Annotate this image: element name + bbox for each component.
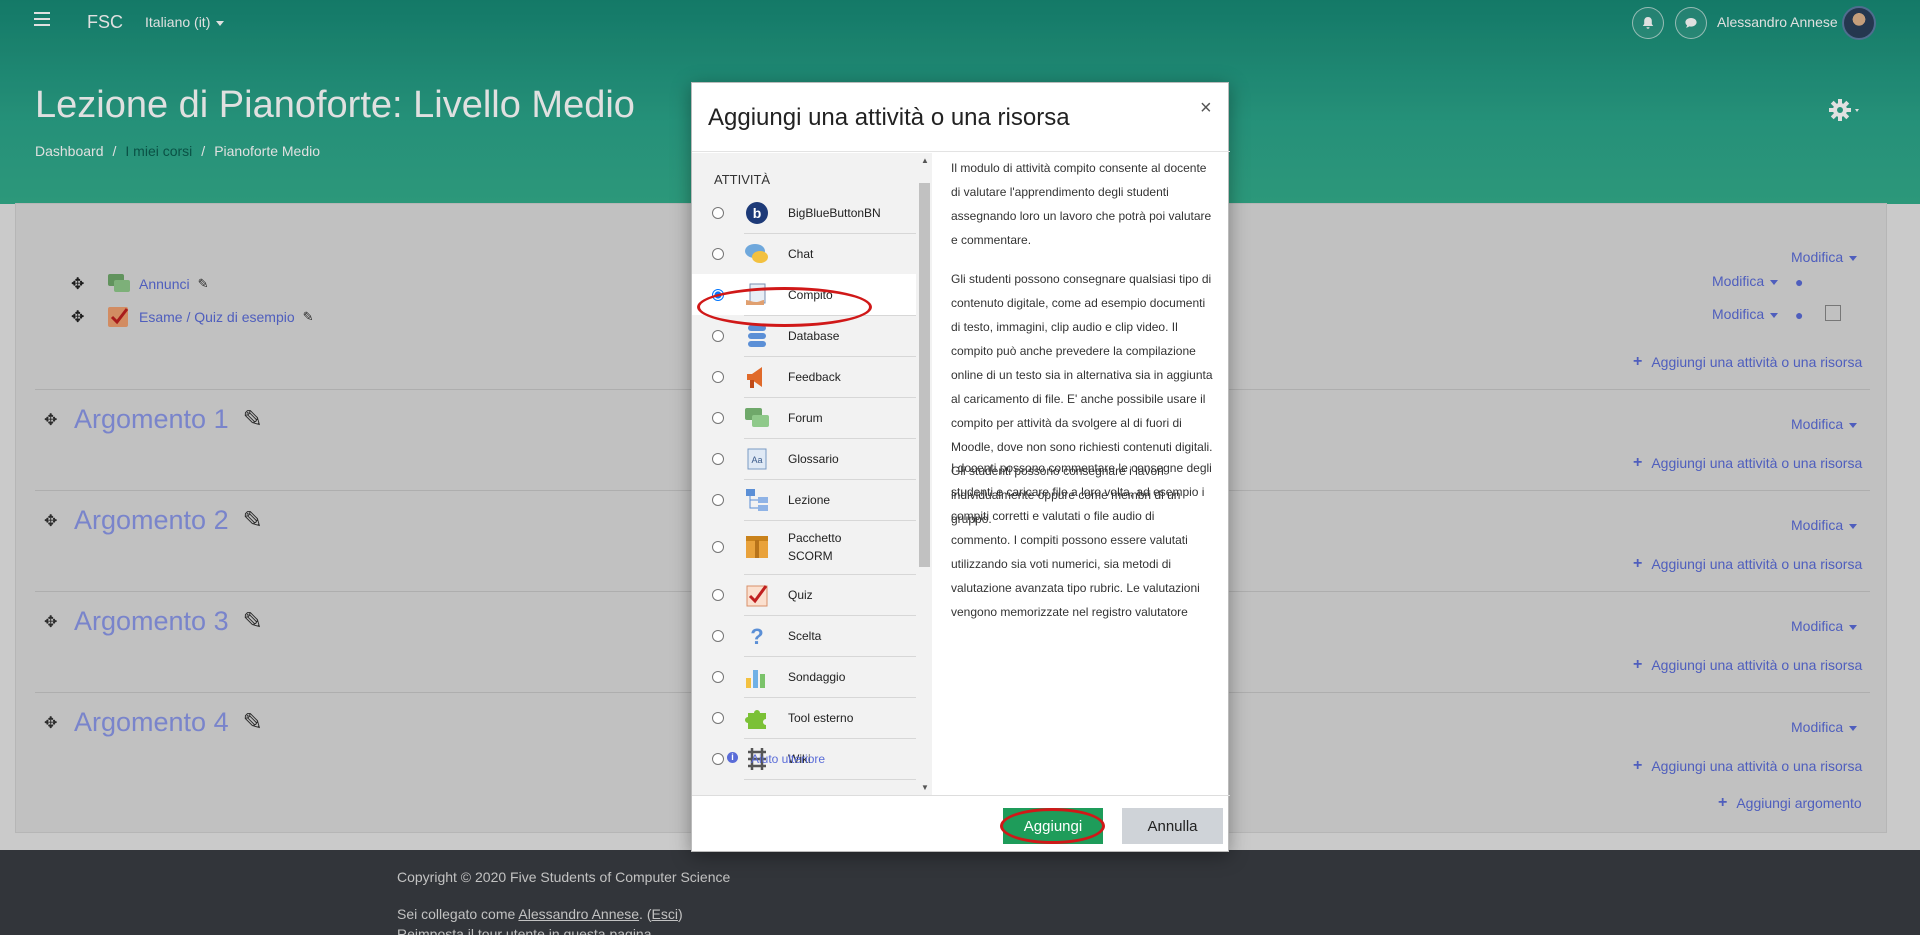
option-feedback[interactable]: Feedback (692, 356, 916, 397)
option-radio[interactable] (712, 588, 724, 601)
option-tool-esterno[interactable]: Tool esterno (692, 697, 916, 738)
option-label: Glossario (788, 451, 839, 466)
choice-icon: ? (750, 624, 763, 649)
activity-description: Il modulo di attività compito consente a… (951, 156, 1216, 796)
scroll-down-icon[interactable]: ▼ (921, 783, 929, 792)
highlight-ellipse (1000, 808, 1105, 844)
info-icon: i (727, 752, 738, 763)
bigbluebutton-icon: b (746, 201, 768, 224)
option-radio[interactable] (712, 370, 724, 383)
external-tool-icon (745, 709, 766, 729)
option-radio[interactable] (712, 541, 724, 553)
cancel-button[interactable]: Annulla (1122, 808, 1223, 844)
option-radio[interactable] (712, 752, 724, 765)
forum-icon (745, 407, 769, 427)
svg-text:?: ? (750, 624, 763, 649)
add-activity-dialog: Aggiungi una attività o una risorsa × AT… (691, 82, 1230, 852)
description-paragraph: I docenti possono commentare le consegne… (951, 461, 1212, 619)
option-label: Database (788, 328, 840, 343)
svg-text:b: b (753, 205, 762, 221)
option-bigbluebutton[interactable]: b BigBlueButtonBN (692, 192, 916, 233)
option-radio[interactable] (712, 493, 724, 506)
option-chat[interactable]: Chat (692, 233, 916, 274)
category-label: ATTIVITÀ (714, 172, 771, 187)
option-radio[interactable] (712, 711, 724, 724)
option-label: Sondaggio (788, 669, 846, 684)
chat-icon (745, 243, 768, 263)
scroll-up-icon[interactable]: ▲ (921, 156, 929, 165)
option-label: Scelta (788, 628, 822, 643)
description-paragraph: Il modulo di attività compito consente a… (951, 161, 1212, 247)
option-quiz[interactable]: Quiz (692, 574, 916, 615)
highlight-ellipse (697, 287, 872, 327)
option-label: Pacchetto SCORM (788, 531, 842, 563)
activity-options-list: ATTIVITÀ b BigBlueButtonBN Chat Compito … (692, 153, 932, 795)
option-scelta[interactable]: ? Scelta (692, 615, 916, 656)
lesson-icon (746, 488, 768, 511)
option-radio[interactable] (712, 206, 724, 219)
option-radio[interactable] (712, 411, 724, 424)
option-label: Forum (788, 410, 823, 425)
option-label: Quiz (788, 587, 813, 602)
option-label: Chat (788, 246, 814, 261)
scrollbar-thumb[interactable] (919, 183, 930, 567)
option-label: BigBlueButtonBN (788, 205, 881, 220)
survey-icon (746, 669, 765, 688)
option-radio[interactable] (712, 247, 724, 260)
option-label: Tool esterno (788, 710, 854, 725)
close-icon[interactable]: × (1200, 97, 1212, 120)
option-radio[interactable] (712, 329, 724, 342)
quiz-icon (746, 584, 768, 606)
option-radio[interactable] (712, 670, 724, 683)
option-label: Feedback (788, 369, 841, 384)
option-scorm[interactable]: Pacchetto SCORM (692, 520, 916, 574)
dialog-title: Aggiungi una attività o una risorsa (708, 104, 1070, 131)
option-glossario[interactable]: Aa Glossario (692, 438, 916, 479)
glossary-icon: Aa (747, 448, 767, 469)
option-radio[interactable] (712, 452, 724, 465)
feedback-icon (747, 366, 762, 388)
scorm-icon (746, 536, 768, 558)
svg-text:Aa: Aa (751, 455, 762, 465)
help-link[interactable]: Aiuto ulteriore (751, 752, 825, 766)
option-radio[interactable] (712, 629, 724, 642)
option-forum[interactable]: Forum (692, 397, 916, 438)
option-label: Lezione (788, 492, 831, 507)
option-lezione[interactable]: Lezione (692, 479, 916, 520)
option-sondaggio[interactable]: Sondaggio (692, 656, 916, 697)
